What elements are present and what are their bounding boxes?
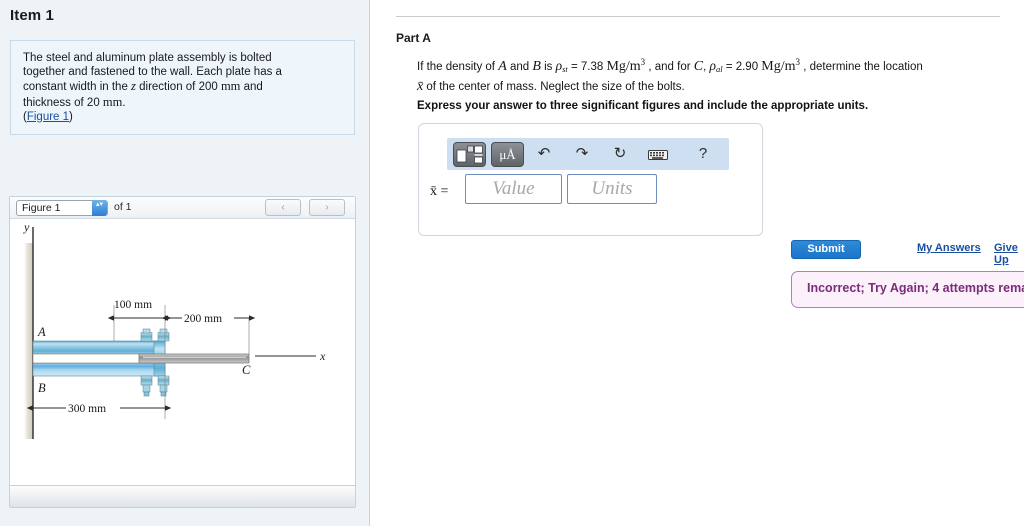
mm-unit-1: mm bbox=[220, 79, 241, 94]
right-answer-panel: Part A If the density of A and B is ρst … bbox=[371, 0, 1024, 526]
figure-toolbar: Figure 1 ▴▾ of 1 ‹ › bbox=[10, 197, 355, 219]
question-text: If the density of A and B is ρst = 7.38 … bbox=[417, 54, 1002, 96]
reset-icon[interactable]: ↻ bbox=[609, 143, 631, 165]
var-a: A bbox=[498, 59, 507, 74]
var-b: B bbox=[532, 59, 541, 74]
figure-1-link[interactable]: Figure 1 bbox=[27, 111, 69, 123]
feedback-banner: Incorrect; Try Again; 4 attempts remaini… bbox=[791, 271, 1024, 308]
left-problem-panel: Item 1 The steel and aluminum plate asse… bbox=[0, 0, 370, 526]
dim-label-100: 100 mm bbox=[114, 299, 152, 311]
problem-statement-box: The steel and aluminum plate assembly is… bbox=[10, 40, 355, 135]
paren-close: ) bbox=[69, 110, 73, 123]
answer-toolbar: μÅ ↶ ↷ ↻ ? bbox=[447, 138, 729, 170]
figure-prev-button[interactable]: ‹ bbox=[265, 199, 301, 216]
units-icon-label: μÅ bbox=[499, 147, 516, 162]
q-text-5: , and for bbox=[645, 61, 694, 73]
q-text-line2: of the center of mass. Neglect the size … bbox=[423, 81, 685, 93]
bolt-bottom-right bbox=[157, 375, 170, 397]
unit-mg-m3-2: Mg/m bbox=[761, 59, 796, 74]
answer-entry-box: μÅ ↶ ↷ ↻ ? x̄ = Value Units bbox=[418, 123, 763, 236]
help-icon[interactable]: ? bbox=[692, 143, 714, 165]
answer-value-input[interactable]: Value bbox=[465, 174, 562, 204]
part-a-heading: Part A bbox=[396, 31, 431, 45]
problem-line-2: together and fastened to the wall. Each … bbox=[23, 66, 282, 79]
plate-assembly-diagram: y x A B C 100 mm 200 mm 300 mm bbox=[23, 220, 326, 439]
problem-statement-text: The steel and aluminum plate assembly is… bbox=[23, 51, 342, 110]
my-answers-link[interactable]: My Answers bbox=[917, 242, 981, 254]
figure-next-button[interactable]: › bbox=[309, 199, 345, 216]
express-answer-instruction: Express your answer to three significant… bbox=[417, 100, 869, 112]
answer-variable-label: x̄ = bbox=[430, 184, 449, 199]
label-c: C bbox=[242, 363, 251, 377]
label-b: B bbox=[38, 381, 46, 395]
submit-button[interactable]: Submit bbox=[791, 240, 861, 259]
bolt-top-left bbox=[140, 328, 153, 342]
q-text-2: and bbox=[506, 61, 533, 73]
figure-panel: Figure 1 ▴▾ of 1 ‹ › y x A B C 100 mm 20… bbox=[9, 196, 356, 508]
answer-units-input[interactable]: Units bbox=[567, 174, 657, 204]
math-template-icon[interactable] bbox=[453, 142, 486, 167]
dim-label-200: 200 mm bbox=[184, 313, 222, 325]
label-a: A bbox=[37, 325, 46, 339]
give-up-link[interactable]: Give Up bbox=[994, 242, 1024, 266]
problem-line-1: The steel and aluminum plate assembly is… bbox=[23, 52, 272, 64]
mastering-physics-page: Item 1 The steel and aluminum plate asse… bbox=[0, 0, 1024, 526]
q-text-3: is bbox=[540, 61, 556, 73]
problem-line-3c: and bbox=[240, 81, 263, 94]
redo-icon[interactable]: ↷ bbox=[571, 143, 593, 165]
bolt-top-right bbox=[157, 328, 170, 342]
problem-line-3a: constant width in the bbox=[23, 81, 132, 94]
problem-line-4b: . bbox=[122, 96, 126, 109]
problem-line-4a: thickness of 20 bbox=[23, 96, 103, 109]
chevron-updown-icon: ▴▾ bbox=[92, 200, 107, 216]
x-axis-label: x bbox=[319, 349, 326, 363]
plate-b-bottom bbox=[32, 362, 166, 377]
var-c: C bbox=[693, 59, 704, 74]
figure-link-wrapper: (Figure 1) bbox=[23, 111, 342, 123]
mm-unit-2: mm bbox=[102, 94, 123, 109]
page-title: Item 1 bbox=[10, 7, 54, 24]
figure-select-value: Figure 1 bbox=[22, 202, 61, 214]
bar-c-aluminum bbox=[138, 353, 250, 364]
rho-aluminum-subscript: al bbox=[715, 64, 723, 74]
unit-mg-m3-1: Mg/m bbox=[606, 59, 641, 74]
figure-count-label: of 1 bbox=[114, 201, 132, 213]
y-axis-label: y bbox=[23, 220, 30, 234]
q-text-8: , determine the location bbox=[800, 61, 923, 73]
figure-footer-bar bbox=[10, 485, 355, 507]
q-text-1: If the density of bbox=[417, 61, 499, 73]
figure-canvas: y x A B C 100 mm 200 mm 300 mm bbox=[10, 219, 355, 485]
dim-label-300: 300 mm bbox=[68, 403, 106, 415]
undo-icon[interactable]: ↶ bbox=[533, 143, 555, 165]
section-divider bbox=[396, 16, 1000, 17]
plate-a-top bbox=[32, 340, 166, 355]
figure-select-dropdown[interactable]: Figure 1 ▴▾ bbox=[16, 200, 108, 216]
feedback-message: Incorrect; Try Again; 4 attempts remaini… bbox=[807, 281, 1024, 295]
bolt-bottom-left bbox=[140, 375, 153, 397]
problem-line-3b: direction of 200 bbox=[135, 81, 221, 94]
keyboard-icon[interactable] bbox=[647, 143, 669, 165]
q-text-4: = 7.38 bbox=[567, 61, 607, 73]
units-micro-angstrom-icon[interactable]: μÅ bbox=[491, 142, 524, 167]
q-text-7: = 2.90 bbox=[722, 61, 762, 73]
wall-shading bbox=[24, 243, 33, 439]
